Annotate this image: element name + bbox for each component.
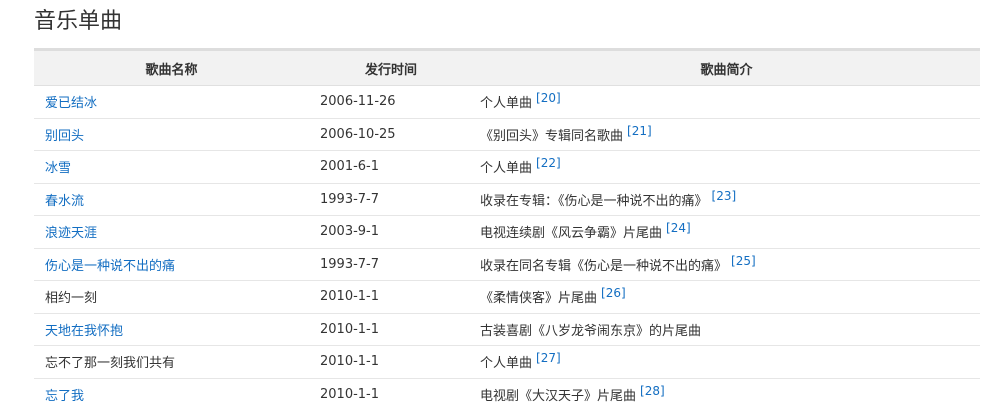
song-name-link[interactable]: 别回头 <box>45 129 84 144</box>
table-row: 春水流 1993-7-7 收录在专辑：《伤心是一种说不出的痛》 [23] <box>34 183 980 216</box>
song-name-cell: 别回头 <box>34 118 309 151</box>
reference-link[interactable]: [27] <box>536 351 561 365</box>
reference-link[interactable]: [23] <box>712 189 737 203</box>
song-intro-cell: 古装喜剧《八岁龙爷闹东京》的片尾曲 <box>473 313 980 346</box>
song-intro-text: 《别回头》专辑同名歌曲 <box>480 128 624 144</box>
song-name-link[interactable]: 天地在我怀抱 <box>45 324 123 339</box>
song-name-text: 相约一刻 <box>45 291 98 307</box>
song-intro-text: 个人单曲 <box>480 161 533 177</box>
table-header-row: 歌曲名称 发行时间 歌曲简介 <box>34 49 980 86</box>
header-song-name: 歌曲名称 <box>34 49 309 86</box>
song-intro-cell: 个人单曲 [20] <box>473 85 980 119</box>
song-intro-cell: 电视剧《大汉天子》片尾曲 [28] <box>473 378 980 405</box>
song-name-link[interactable]: 忘了我 <box>45 389 84 404</box>
song-name-cell: 春水流 <box>34 183 309 216</box>
song-intro-cell: 电视连续剧《风云争霸》片尾曲 [24] <box>473 215 980 249</box>
reference-link[interactable]: [21] <box>627 124 652 138</box>
release-date-cell: 2010-1-1 <box>309 378 473 405</box>
song-name-cell: 天地在我怀抱 <box>34 313 309 346</box>
release-date-cell: 2010-1-1 <box>309 280 473 314</box>
song-intro-text: 收录在专辑：《伤心是一种说不出的痛》 <box>480 193 708 209</box>
song-name-cell: 忘不了那一刻我们共有 <box>34 345 309 379</box>
song-intro-text: 电视剧《大汉天子》片尾曲 <box>480 388 637 404</box>
song-name-link[interactable]: 伤心是一种说不出的痛 <box>45 259 175 274</box>
reference-link[interactable]: [26] <box>601 286 626 300</box>
song-name-cell: 爱已结冰 <box>34 85 309 119</box>
reference-link[interactable]: [28] <box>640 384 665 398</box>
table-row: 伤心是一种说不出的痛 1993-7-7 收录在同名专辑《伤心是一种说不出的痛》 [25… <box>34 248 980 281</box>
header-release-date: 发行时间 <box>309 49 473 86</box>
table-row: 浪迹天涯 2003-9-1 电视连续剧《风云争霸》片尾曲 [24] <box>34 215 980 249</box>
song-name-cell: 忘了我 <box>34 378 309 405</box>
release-date-cell: 2001-6-1 <box>309 150 473 184</box>
music-singles-section: 音乐单曲 歌曲名称 发行时间 歌曲简介 爱已结冰 2006-11-26 个人单曲 [2… <box>0 0 983 405</box>
song-intro-cell: 收录在同名专辑《伤心是一种说不出的痛》 [25] <box>473 248 980 281</box>
release-date-cell: 1993-7-7 <box>309 248 473 281</box>
song-intro-cell: 《别回头》专辑同名歌曲 [21] <box>473 118 980 151</box>
release-date-cell: 2006-11-26 <box>309 85 473 119</box>
release-date-cell: 2010-1-1 <box>309 313 473 346</box>
song-intro-cell: 《柔情侠客》片尾曲 [26] <box>473 280 980 314</box>
table-row: 爱已结冰 2006-11-26 个人单曲 [20] <box>34 85 980 119</box>
table-row: 天地在我怀抱 2010-1-1 古装喜剧《八岁龙爷闹东京》的片尾曲 <box>34 313 980 346</box>
songs-table: 歌曲名称 发行时间 歌曲简介 爱已结冰 2006-11-26 个人单曲 [20] 别回头… <box>34 48 980 405</box>
song-intro-text: 收录在同名专辑《伤心是一种说不出的痛》 <box>480 258 728 274</box>
release-date-cell: 2010-1-1 <box>309 345 473 379</box>
song-name-text: 忘不了那一刻我们共有 <box>45 356 176 372</box>
release-date-cell: 1993-7-7 <box>309 183 473 216</box>
song-name-link[interactable]: 春水流 <box>45 194 84 209</box>
reference-link[interactable]: [20] <box>536 91 561 105</box>
song-intro-cell: 收录在专辑：《伤心是一种说不出的痛》 [23] <box>473 183 980 216</box>
song-name-link[interactable]: 浪迹天涯 <box>45 226 97 241</box>
table-row: 忘了我 2010-1-1 电视剧《大汉天子》片尾曲 [28] <box>34 378 980 405</box>
table-row: 冰雪 2001-6-1 个人单曲 [22] <box>34 150 980 184</box>
header-song-intro: 歌曲简介 <box>473 49 980 86</box>
release-date-cell: 2003-9-1 <box>309 215 473 249</box>
song-intro-cell: 个人单曲 [22] <box>473 150 980 184</box>
song-intro-text: 古装喜剧《八岁龙爷闹东京》的片尾曲 <box>480 323 702 339</box>
song-intro-cell: 个人单曲 [27] <box>473 345 980 379</box>
release-date-cell: 2006-10-25 <box>309 118 473 151</box>
song-name-cell: 相约一刻 <box>34 280 309 314</box>
song-intro-text: 个人单曲 <box>480 96 533 112</box>
song-name-cell: 冰雪 <box>34 150 309 184</box>
song-intro-text: 个人单曲 <box>480 356 533 372</box>
reference-link[interactable]: [24] <box>666 221 691 235</box>
song-name-cell: 伤心是一种说不出的痛 <box>34 248 309 281</box>
reference-link[interactable]: [22] <box>536 156 561 170</box>
reference-link[interactable]: [25] <box>731 254 756 268</box>
table-row: 相约一刻 2010-1-1 《柔情侠客》片尾曲 [26] <box>34 280 980 314</box>
song-intro-text: 电视连续剧《风云争霸》片尾曲 <box>480 226 663 242</box>
song-name-link[interactable]: 冰雪 <box>45 161 71 176</box>
songs-table-body: 爱已结冰 2006-11-26 个人单曲 [20] 别回头 2006-10-25 《别回头》… <box>34 85 980 405</box>
song-intro-text: 《柔情侠客》片尾曲 <box>480 291 598 307</box>
section-title: 音乐单曲 <box>34 9 123 34</box>
song-name-link[interactable]: 爱已结冰 <box>45 96 97 111</box>
song-name-cell: 浪迹天涯 <box>34 215 309 249</box>
table-row: 别回头 2006-10-25 《别回头》专辑同名歌曲 [21] <box>34 118 980 151</box>
table-row: 忘不了那一刻我们共有 2010-1-1 个人单曲 [27] <box>34 345 980 379</box>
